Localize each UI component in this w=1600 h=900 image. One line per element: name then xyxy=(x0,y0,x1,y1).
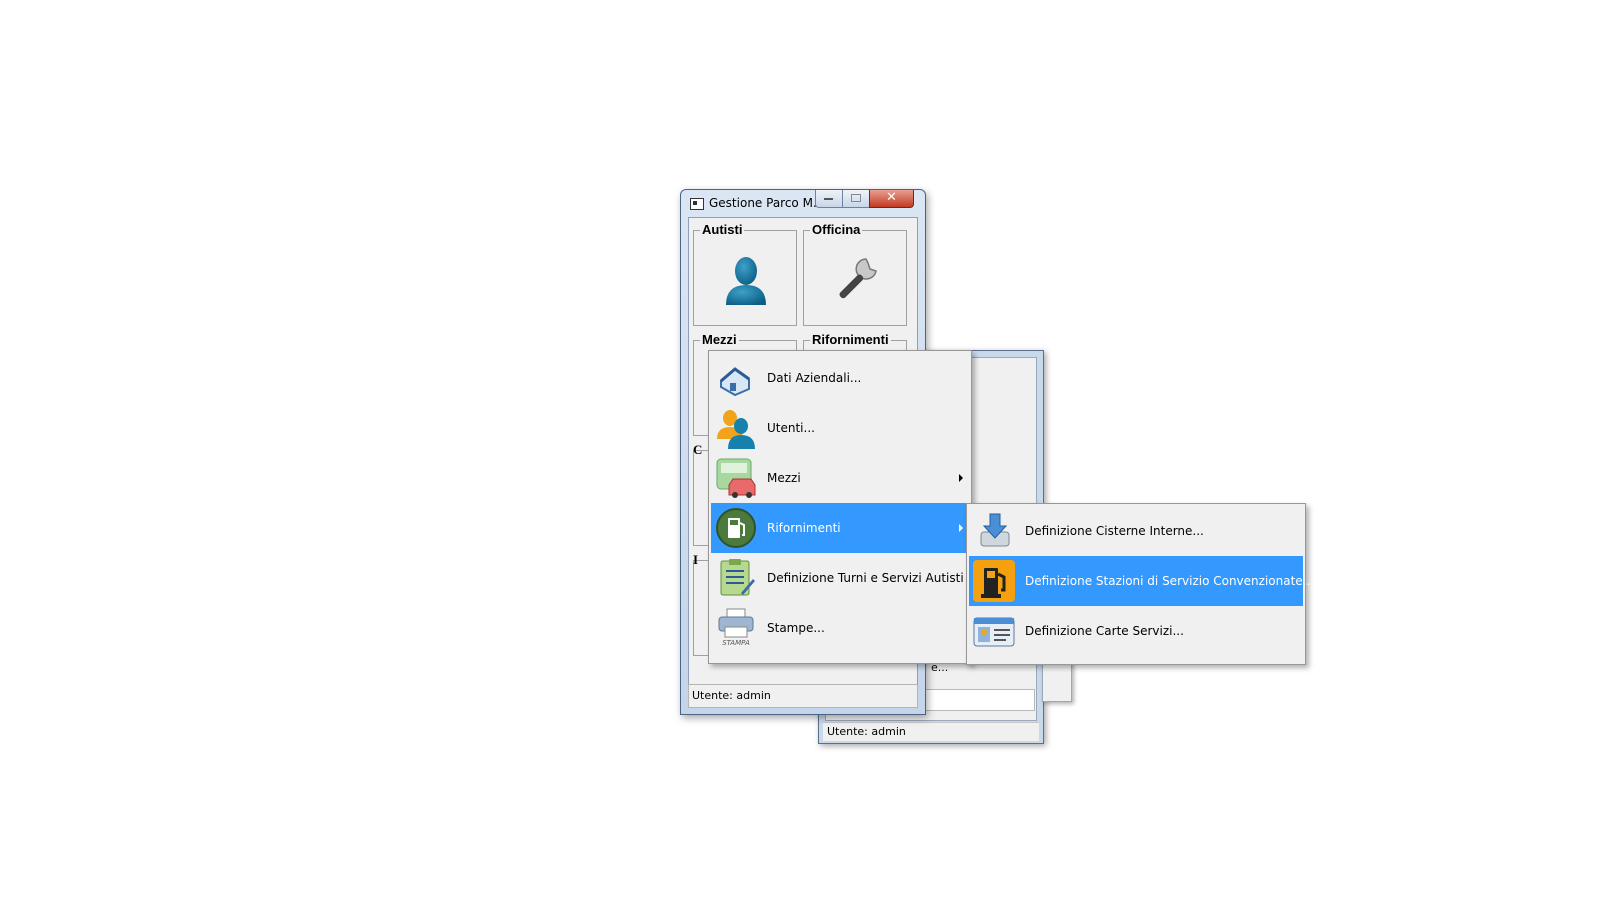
company-icon xyxy=(720,367,750,397)
group-title-mezzi: Mezzi xyxy=(700,332,739,347)
printer-icon-caption: STAMPA xyxy=(722,639,750,647)
minimize-icon xyxy=(824,198,833,200)
id-card-icon xyxy=(973,617,1015,647)
menu-item-rifornimenti[interactable]: Rifornimenti xyxy=(711,503,969,553)
submenu-item-label: Definizione Cisterne Interne... xyxy=(1025,524,1204,538)
gas-station-icon xyxy=(973,560,1015,602)
submenu-item-stazioni-servizio[interactable]: Definizione Stazioni di Servizio Convenz… xyxy=(969,556,1314,606)
menu-item-label: Utenti... xyxy=(767,421,815,435)
submenu-arrow-icon xyxy=(959,524,963,532)
group-title-autisti: Autisti xyxy=(700,222,745,237)
app-icon[interactable] xyxy=(690,198,704,210)
menu-item-label: Mezzi xyxy=(767,471,801,485)
submenu-item-label: Definizione Stazioni di Servizio Convenz… xyxy=(1025,574,1315,588)
menu-item-label: Dati Aziendali... xyxy=(767,371,862,385)
minimize-button[interactable] xyxy=(815,190,843,208)
title-bar[interactable]: Gestione Parco M... ✕ xyxy=(681,190,925,216)
status-user: Utente: admin xyxy=(692,689,771,702)
users-icon xyxy=(717,410,755,449)
menu-item-mezzi[interactable]: Mezzi xyxy=(711,453,969,503)
group-autisti[interactable]: Autisti xyxy=(693,222,797,326)
submenu-arrow-icon xyxy=(959,474,963,482)
menu-item-label: Stampe... xyxy=(767,621,825,635)
menu-item-dati-aziendali[interactable]: Dati Aziendali... xyxy=(711,353,969,403)
close-button[interactable]: ✕ xyxy=(869,190,914,208)
fuel-pump-icon xyxy=(716,508,756,548)
context-menu: Dati Aziendali... Utenti... Mezzi Riforn… xyxy=(708,350,972,664)
tank-download-icon xyxy=(980,513,1010,547)
wrench-icon xyxy=(839,258,877,299)
maximize-icon xyxy=(851,194,861,202)
group-title-hidden-2: I xyxy=(693,552,699,567)
group-title-hidden-1: C xyxy=(693,442,703,457)
vehicles-icon xyxy=(716,458,756,498)
group-title-officina: Officina xyxy=(810,222,863,237)
menu-item-label: Definizione Turni e Servizi Autisti xyxy=(767,571,964,585)
background-window-edge xyxy=(1042,660,1072,702)
user-icon xyxy=(726,257,766,305)
clipboard-icon xyxy=(720,559,755,596)
printer-icon: STAMPA xyxy=(715,607,757,649)
group-title-rifornimenti: Rifornimenti xyxy=(810,332,891,347)
window-title: Gestione Parco M... xyxy=(709,196,825,210)
menu-item-label: Rifornimenti xyxy=(767,521,841,535)
submenu-rifornimenti: Definizione Cisterne Interne... Definizi… xyxy=(966,503,1314,665)
menu-item-stampe[interactable]: STAMPA Stampe... xyxy=(711,603,969,653)
background-window-status: Utente: admin xyxy=(823,722,1039,741)
status-bar: Utente: admin xyxy=(688,684,918,708)
submenu-item-cisterne[interactable]: Definizione Cisterne Interne... xyxy=(969,506,1303,556)
submenu-item-label: Definizione Carte Servizi... xyxy=(1025,624,1184,638)
submenu-item-carte-servizi[interactable]: Definizione Carte Servizi... xyxy=(969,606,1303,656)
menu-item-utenti[interactable]: Utenti... xyxy=(711,403,969,453)
group-officina[interactable]: Officina xyxy=(803,222,907,326)
maximize-button[interactable] xyxy=(842,190,870,208)
menu-item-turni-servizi[interactable]: Definizione Turni e Servizi Autisti xyxy=(711,553,969,603)
